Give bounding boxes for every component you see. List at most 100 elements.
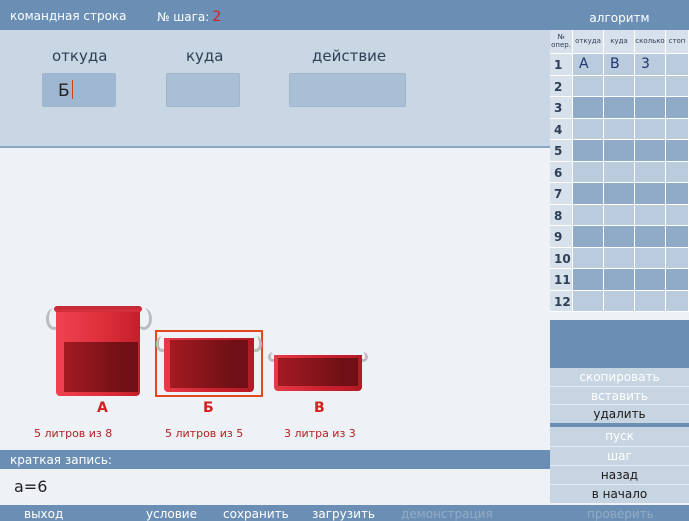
algorithm-top-strip [550, 0, 689, 10]
action-label: действие [312, 47, 387, 65]
row-cell-stop[interactable] [666, 75, 689, 97]
row-cell-from[interactable] [573, 247, 604, 269]
row-cell-to[interactable] [604, 75, 635, 97]
delete-button[interactable]: удалить [550, 404, 689, 423]
row-cell-from[interactable] [573, 140, 604, 162]
bucket-water [64, 342, 138, 392]
bucket-a[interactable] [46, 306, 152, 396]
row-cell-amount[interactable] [635, 269, 666, 291]
row-number: 6 [550, 161, 573, 183]
condition-button[interactable]: условие [146, 507, 197, 521]
row-number: 10 [550, 247, 573, 269]
row-cell-to[interactable] [604, 226, 635, 248]
row-cell-amount[interactable] [635, 97, 666, 119]
row-number: 9 [550, 226, 573, 248]
column-header-stop: стоп [666, 30, 689, 54]
from-label: откуда [52, 47, 108, 65]
action-field[interactable] [289, 73, 406, 107]
paste-button[interactable]: вставить [550, 386, 689, 405]
row-cell-from[interactable] [573, 161, 604, 183]
algorithm-row[interactable]: 12 [550, 290, 689, 312]
row-cell-stop[interactable] [666, 183, 689, 205]
row-cell-from[interactable] [573, 118, 604, 140]
row-cell-from[interactable] [573, 75, 604, 97]
step-label: № шага: [157, 10, 210, 24]
row-cell-stop[interactable] [666, 247, 689, 269]
row-cell-to[interactable] [604, 269, 635, 291]
row-cell-to[interactable] [604, 290, 635, 312]
row-cell-stop[interactable] [666, 269, 689, 291]
row-cell-stop[interactable] [666, 54, 689, 76]
column-header-amount: сколько [635, 30, 666, 54]
row-cell-to[interactable] [604, 161, 635, 183]
algorithm-row[interactable]: 11 [550, 269, 689, 291]
row-cell-from[interactable] [573, 183, 604, 205]
row-cell-stop[interactable] [666, 118, 689, 140]
to-start-button[interactable]: в начало [550, 484, 689, 503]
row-cell-to[interactable] [604, 247, 635, 269]
copy-button[interactable]: скопировать [550, 368, 689, 387]
brief-record-body: а=6 [0, 469, 550, 505]
row-cell-from[interactable] [573, 97, 604, 119]
row-cell-amount[interactable] [635, 183, 666, 205]
row-number: 2 [550, 75, 573, 97]
bucket-water [170, 340, 248, 388]
row-cell-amount[interactable] [635, 140, 666, 162]
row-cell-to[interactable] [604, 204, 635, 226]
row-cell-to[interactable] [604, 118, 635, 140]
algorithm-row[interactable]: 10 [550, 247, 689, 269]
step-button[interactable]: шаг [550, 446, 689, 465]
row-cell-stop[interactable] [666, 140, 689, 162]
row-number: 7 [550, 183, 573, 205]
algorithm-row[interactable]: 3 [550, 97, 689, 119]
algorithm-row[interactable]: 5 [550, 140, 689, 162]
row-cell-from[interactable] [573, 269, 604, 291]
row-cell-amount[interactable]: 3 [635, 54, 666, 76]
row-cell-stop[interactable] [666, 204, 689, 226]
row-cell-stop[interactable] [666, 290, 689, 312]
row-cell-amount[interactable] [635, 247, 666, 269]
load-button[interactable]: загрузить [312, 507, 375, 521]
row-cell-from[interactable] [573, 226, 604, 248]
row-cell-amount[interactable] [635, 226, 666, 248]
check-button[interactable]: проверить [587, 507, 654, 521]
row-cell-stop[interactable] [666, 97, 689, 119]
row-number: 1 [550, 54, 573, 76]
row-number: 11 [550, 269, 573, 291]
run-button[interactable]: пуск [550, 427, 689, 446]
algorithm-rows: 1 А В 3 2 3 4 5 6 7 8 9 10 11 12 [550, 54, 689, 312]
row-cell-stop[interactable] [666, 161, 689, 183]
to-field[interactable] [166, 73, 240, 107]
exit-button[interactable]: выход [24, 507, 63, 521]
row-cell-from[interactable]: А [573, 54, 604, 76]
algorithm-row[interactable]: 6 [550, 161, 689, 183]
from-field-value: Б [58, 81, 70, 101]
row-number: 4 [550, 118, 573, 140]
row-cell-amount[interactable] [635, 75, 666, 97]
row-cell-amount[interactable] [635, 118, 666, 140]
algorithm-title: алгоритм [589, 11, 650, 25]
row-cell-to[interactable] [604, 183, 635, 205]
row-cell-amount[interactable] [635, 161, 666, 183]
row-cell-from[interactable] [573, 290, 604, 312]
row-cell-to[interactable] [604, 140, 635, 162]
algorithm-row[interactable]: 8 [550, 204, 689, 226]
save-button[interactable]: сохранить [223, 507, 289, 521]
command-area: откуда куда действие Б [0, 30, 550, 148]
row-cell-to[interactable] [604, 97, 635, 119]
row-cell-from[interactable] [573, 204, 604, 226]
algorithm-row[interactable]: 1АВ3 [550, 54, 689, 76]
row-cell-amount[interactable] [635, 290, 666, 312]
bucket-v[interactable] [268, 352, 368, 391]
algorithm-row[interactable]: 7 [550, 183, 689, 205]
bucket-b[interactable] [156, 336, 262, 392]
algorithm-row[interactable]: 9 [550, 226, 689, 248]
from-field[interactable]: Б [42, 73, 116, 107]
demo-button[interactable]: демонстрация [401, 507, 493, 521]
row-cell-amount[interactable] [635, 204, 666, 226]
back-button[interactable]: назад [550, 465, 689, 484]
row-cell-stop[interactable] [666, 226, 689, 248]
algorithm-row[interactable]: 4 [550, 118, 689, 140]
row-cell-to[interactable]: В [604, 54, 635, 76]
algorithm-row[interactable]: 2 [550, 75, 689, 97]
